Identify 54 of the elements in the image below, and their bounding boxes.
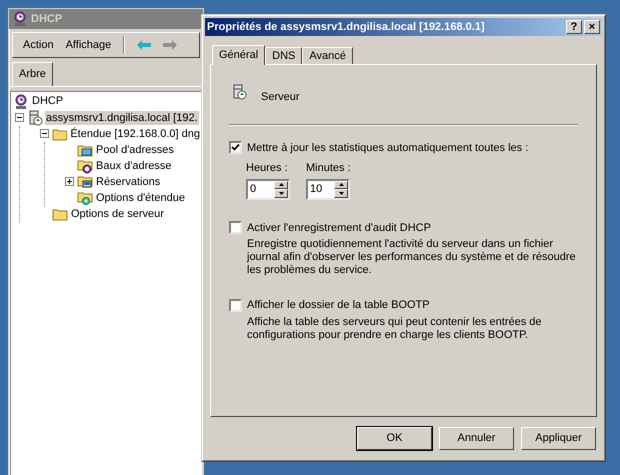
- up-arrow-icon: [338, 183, 344, 186]
- checkbox[interactable]: [229, 141, 242, 154]
- help-button[interactable]: ?: [566, 20, 582, 34]
- tree-item[interactable]: Réservations: [95, 174, 162, 188]
- tree-tab[interactable]: Arbre: [12, 62, 53, 86]
- checkbox-label: Mettre à jour les statistiques automatiquement toutes les :: [247, 140, 528, 156]
- spin-down-button[interactable]: [274, 189, 288, 198]
- option-description: Enregistre quotidiennement l'activité du serveur dans un fichier journal afin d'observer les performances du système et de résoudre les problèmes du service.: [247, 238, 577, 277]
- dialog-title: Propriétés de assysmsrv1.dngilisa.local [192.168.0.1]: [207, 20, 485, 35]
- tree-item[interactable]: Options d'étendue: [95, 190, 186, 204]
- spin-up-button[interactable]: [274, 180, 288, 189]
- tab[interactable]: Général: [212, 45, 266, 65]
- option-description: Affiche la table des serveurs qui peut contenir les entrées de configurations pour prendre en charge les clients BOOTP.: [247, 316, 543, 342]
- down-arrow-icon: [278, 192, 284, 195]
- spin-down-button[interactable]: [334, 189, 348, 198]
- menu-item[interactable]: Affichage: [66, 36, 112, 54]
- checkbox-label: Activer l'enregistrement d'audit DHCP: [247, 220, 431, 236]
- network-clock-icon: [12, 11, 28, 27]
- tree-item[interactable]: Options de serveur: [70, 206, 165, 220]
- dialog-button[interactable]: Appliquer: [521, 427, 596, 450]
- tree-item[interactable]: Pool d'adresses: [95, 142, 175, 156]
- field-label: Heures :: [246, 161, 289, 176]
- field-value: 0: [249, 182, 258, 196]
- window-title: DHCP: [31, 12, 62, 27]
- spin-field[interactable]: 10: [306, 178, 350, 200]
- server-icon: [27, 110, 43, 126]
- menu-item[interactable]: Action: [23, 36, 54, 54]
- dialog-button[interactable]: OK: [357, 427, 432, 450]
- down-arrow-icon: [338, 192, 344, 195]
- server-icon: [231, 84, 247, 100]
- collapse-toggle[interactable]: [15, 113, 24, 122]
- folder-clock-icon: [77, 158, 93, 174]
- tree-item[interactable]: Baux d'adresse: [95, 158, 172, 172]
- tab[interactable]: Avancé: [302, 47, 353, 64]
- collapse-toggle[interactable]: [40, 129, 49, 138]
- spin-field[interactable]: 0: [246, 178, 290, 200]
- network-clock-icon: [13, 94, 29, 110]
- tab[interactable]: DNS: [265, 47, 302, 64]
- checkbox[interactable]: [229, 298, 242, 312]
- tree-item[interactable]: DHCP: [31, 93, 64, 110]
- dialog-button[interactable]: Annuler: [439, 427, 514, 450]
- tree-item[interactable]: assysmsrv1.dngilisa.local [192.: [45, 110, 199, 124]
- tree-item[interactable]: Étendue [192.168.0.0] dng: [69, 126, 201, 140]
- folder-gear-icon: [77, 190, 93, 206]
- field-label: Minutes :: [306, 161, 351, 176]
- up-arrow-icon: [278, 183, 284, 186]
- checkbox[interactable]: [229, 221, 242, 234]
- header-label: Serveur: [261, 90, 300, 105]
- spin-up-button[interactable]: [334, 180, 348, 189]
- field-value: 10: [309, 182, 324, 196]
- expand-toggle[interactable]: [65, 177, 74, 186]
- close-button[interactable]: ×: [584, 20, 600, 34]
- folder-computer-icon: [77, 174, 93, 190]
- checkbox-label: Afficher le dossier de la table BOOTP: [247, 298, 430, 313]
